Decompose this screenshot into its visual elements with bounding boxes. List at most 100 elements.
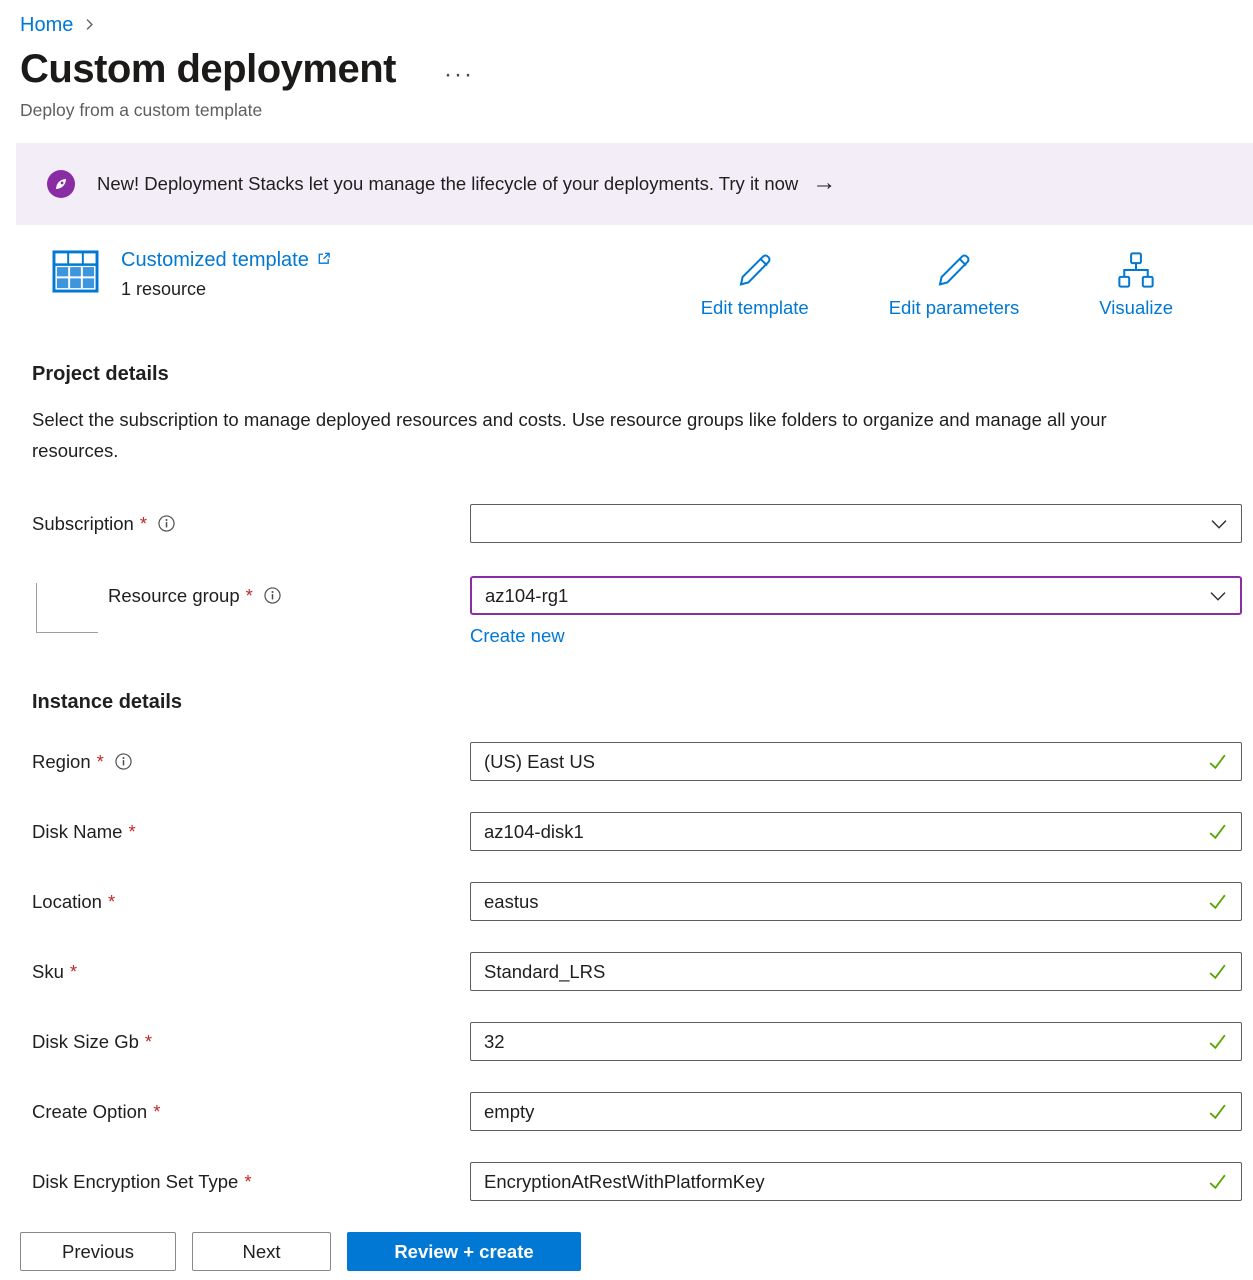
subscription-dropdown[interactable] bbox=[470, 504, 1242, 543]
required-asterisk: * bbox=[108, 891, 115, 913]
field-value: (US) East US bbox=[484, 751, 1207, 773]
breadcrumb-home-link[interactable]: Home bbox=[20, 14, 73, 37]
disk-name-label: Disk Name * bbox=[32, 821, 470, 843]
field-label-text: Create Option bbox=[32, 1101, 147, 1123]
resource-group-field-row: Resource group * az104-rg1 bbox=[32, 576, 1253, 615]
field-label-text: Region bbox=[32, 751, 91, 773]
field-label-text: Sku bbox=[32, 961, 64, 983]
location-field-row: Location * eastus bbox=[32, 882, 1253, 921]
chevron-down-icon[interactable] bbox=[1210, 515, 1228, 533]
pencil-icon bbox=[933, 249, 975, 296]
required-asterisk: * bbox=[153, 1101, 160, 1123]
field-value: az104-disk1 bbox=[484, 821, 1207, 843]
hierarchy-icon bbox=[1115, 249, 1157, 296]
required-asterisk: * bbox=[145, 1031, 152, 1053]
required-asterisk: * bbox=[140, 513, 147, 535]
previous-button[interactable]: Previous bbox=[20, 1232, 176, 1271]
instance-details-heading: Instance details bbox=[32, 691, 1253, 714]
external-link-icon bbox=[316, 249, 331, 272]
subscription-label: Subscription * bbox=[32, 513, 470, 535]
template-icon bbox=[52, 249, 99, 300]
required-asterisk: * bbox=[246, 585, 253, 607]
region-field-row: Region * (US) East US bbox=[32, 742, 1253, 781]
create-option-label: Create Option * bbox=[32, 1101, 470, 1123]
template-info: Customized template 1 resource bbox=[52, 249, 331, 300]
more-menu-button[interactable]: ··· bbox=[444, 53, 474, 87]
subscription-field-row: Subscription * bbox=[32, 504, 1253, 543]
custom-deployment-page: Home Custom deployment ··· Deploy from a… bbox=[0, 0, 1253, 1280]
field-label-text: Resource group bbox=[108, 585, 240, 607]
action-label: Edit parameters bbox=[889, 297, 1020, 319]
arrow-right-icon: → bbox=[812, 171, 836, 198]
edit-parameters-button[interactable]: Edit parameters bbox=[889, 249, 1020, 319]
required-asterisk: * bbox=[97, 751, 104, 773]
sku-input[interactable]: Standard_LRS bbox=[470, 952, 1242, 991]
action-label: Visualize bbox=[1099, 297, 1173, 319]
disk-size-field-row: Disk Size Gb * 32 bbox=[32, 1022, 1253, 1061]
disk-size-label: Disk Size Gb * bbox=[32, 1031, 470, 1053]
sku-field-row: Sku * Standard_LRS bbox=[32, 952, 1253, 991]
required-asterisk: * bbox=[244, 1171, 251, 1193]
field-label-text: Disk Size Gb bbox=[32, 1031, 139, 1053]
edit-template-button[interactable]: Edit template bbox=[701, 249, 809, 319]
info-icon[interactable] bbox=[264, 587, 281, 604]
resource-group-dropdown[interactable]: az104-rg1 bbox=[470, 576, 1242, 615]
disk-name-input[interactable]: az104-disk1 bbox=[470, 812, 1242, 851]
disk-encryption-label: Disk Encryption Set Type * bbox=[32, 1171, 470, 1193]
field-value: Standard_LRS bbox=[484, 961, 1207, 983]
next-button[interactable]: Next bbox=[192, 1232, 331, 1271]
disk-encryption-input[interactable]: EncryptionAtRestWithPlatformKey bbox=[470, 1162, 1242, 1201]
page-subtitle: Deploy from a custom template bbox=[20, 100, 1253, 121]
template-name-label: Customized template bbox=[121, 249, 309, 272]
resource-count: 1 resource bbox=[121, 279, 331, 300]
field-label-text: Location bbox=[32, 891, 102, 913]
rocket-icon bbox=[47, 170, 75, 198]
template-bar: Customized template 1 resource bbox=[52, 249, 1173, 319]
field-value: 32 bbox=[484, 1031, 1207, 1053]
field-value: empty bbox=[484, 1101, 1207, 1123]
field-label-text: Disk Name bbox=[32, 821, 122, 843]
chevron-right-icon bbox=[83, 14, 96, 37]
disk-encryption-field-row: Disk Encryption Set Type * EncryptionAtR… bbox=[32, 1162, 1253, 1201]
checkmark-icon bbox=[1207, 1031, 1228, 1052]
disk-size-input[interactable]: 32 bbox=[470, 1022, 1242, 1061]
breadcrumb: Home bbox=[0, 0, 1253, 37]
checkmark-icon bbox=[1207, 1171, 1228, 1192]
field-label-text: Disk Encryption Set Type bbox=[32, 1171, 238, 1193]
resource-group-connector bbox=[36, 583, 98, 633]
location-label: Location * bbox=[32, 891, 470, 913]
checkmark-icon bbox=[1207, 1101, 1228, 1122]
visualize-button[interactable]: Visualize bbox=[1099, 249, 1173, 319]
project-details-fields: Subscription * Resource group * bbox=[32, 504, 1253, 647]
template-actions: Edit template Edit parameters bbox=[701, 249, 1173, 319]
customized-template-link[interactable]: Customized template bbox=[121, 249, 331, 272]
info-icon[interactable] bbox=[158, 515, 175, 532]
field-value: az104-rg1 bbox=[485, 585, 1209, 607]
create-option-field-row: Create Option * empty bbox=[32, 1092, 1253, 1131]
checkmark-icon bbox=[1207, 821, 1228, 842]
sku-label: Sku * bbox=[32, 961, 470, 983]
chevron-down-icon[interactable] bbox=[1209, 587, 1227, 605]
disk-name-field-row: Disk Name * az104-disk1 bbox=[32, 812, 1253, 851]
pencil-icon bbox=[734, 249, 776, 296]
project-details-description: Select the subscription to manage deploy… bbox=[32, 404, 1182, 466]
region-label: Region * bbox=[32, 751, 470, 773]
location-input[interactable]: eastus bbox=[470, 882, 1242, 921]
project-details-heading: Project details bbox=[32, 363, 1253, 386]
region-input[interactable]: (US) East US bbox=[470, 742, 1242, 781]
page-header: Custom deployment ··· bbox=[20, 47, 1253, 92]
review-create-button[interactable]: Review + create bbox=[347, 1232, 581, 1271]
banner-text: New! Deployment Stacks let you manage th… bbox=[97, 173, 798, 195]
info-icon[interactable] bbox=[115, 753, 132, 770]
checkmark-icon bbox=[1207, 751, 1228, 772]
action-label: Edit template bbox=[701, 297, 809, 319]
page-title: Custom deployment bbox=[20, 47, 396, 92]
template-text: Customized template 1 resource bbox=[121, 249, 331, 300]
checkmark-icon bbox=[1207, 961, 1228, 982]
field-value: EncryptionAtRestWithPlatformKey bbox=[484, 1171, 1207, 1193]
required-asterisk: * bbox=[70, 961, 77, 983]
create-option-input[interactable]: empty bbox=[470, 1092, 1242, 1131]
create-new-link[interactable]: Create new bbox=[470, 625, 565, 647]
announcement-banner[interactable]: New! Deployment Stacks let you manage th… bbox=[16, 143, 1253, 225]
instance-details-fields: Region * (US) East US Disk Name * az104-… bbox=[32, 742, 1253, 1201]
